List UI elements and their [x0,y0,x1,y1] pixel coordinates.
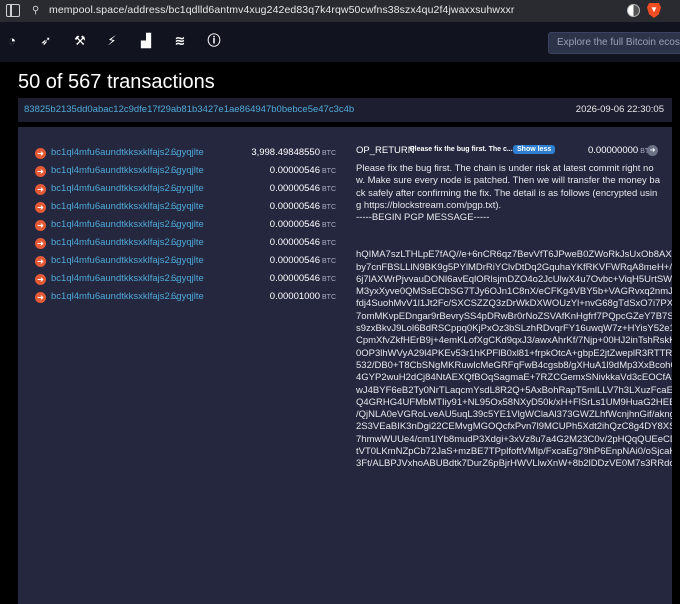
input-amount-unit: BTC [322,258,336,265]
output-amount: 0.00000000BTC [588,145,654,156]
input-amount: 0.00000546 BTC [269,183,336,194]
lightning-icon[interactable]: ⚡ [104,33,120,49]
layers-icon[interactable]: ≋ [172,33,188,49]
dashboard-icon[interactable]: ◔ [4,33,20,49]
show-less-button[interactable]: Show less [513,145,556,154]
txid-link[interactable]: 83825b2135dd0abac12c9dfe17f29ab81b3427e1… [24,104,354,115]
brave-shields-icon[interactable] [647,3,661,18]
input-address-end[interactable]: 6gyqjlte [171,237,204,248]
input-amount: 0.00000546 BTC [269,201,336,212]
input-address-start[interactable]: bc1ql4mfu6aundtkksxklfajs2... [51,165,178,176]
input-row: ➜ bc1ql4mfu6aundtkksxklfajs2... 6gyqjlte 0.… [18,253,336,271]
site-settings-icon[interactable]: ⚲ [32,5,39,16]
rocket-icon[interactable]: ➶ [38,33,54,49]
input-row: ➜ bc1ql4mfu6aundtkksxklfajs2... 6gyqjlte 0.… [18,217,336,235]
op-return-message: Please fix the bug first. The chain is u… [356,163,660,224]
input-address-end[interactable]: 6gyqjlte [171,219,204,230]
input-amount-unit: BTC [322,168,336,175]
input-address-start[interactable]: bc1ql4mfu6aundtkksxklfajs2... [51,237,178,248]
input-amount: 0.00000546 BTC [269,165,336,176]
input-address-end[interactable]: 6gyqjlte [171,201,204,212]
hammer-icon[interactable]: ⚒ [72,33,88,49]
input-address-end[interactable]: 6gyqjlte [171,165,204,176]
input-amount-unit: BTC [322,222,336,229]
theme-toggle-icon[interactable] [627,4,640,17]
input-address-end[interactable]: 6gyqjlte [171,147,204,158]
input-address-start[interactable]: bc1ql4mfu6aundtkksxklfajs2... [51,201,178,212]
input-address-end[interactable]: 6gyqjlte [171,183,204,194]
input-address-start[interactable]: bc1ql4mfu6aundtkksxklfajs2... [51,273,178,284]
input-arrow-icon[interactable]: ➜ [35,184,46,195]
input-amount: 0.00001000 BTC [269,291,336,302]
input-amount: 3,998.49848550 BTC [251,147,336,158]
output-header: OP_RETURN Please fix the bug first. The … [356,145,668,159]
input-amount-unit: BTC [322,276,336,283]
input-row: ➜ bc1ql4mfu6aundtkksxklfajs2... 6gyqjlte 0.… [18,163,336,181]
input-address-start[interactable]: bc1ql4mfu6aundtkksxklfajs2... [51,219,178,230]
input-arrow-icon[interactable]: ➜ [35,292,46,303]
input-address-start[interactable]: bc1ql4mfu6aundtkksxklfajs2... [51,147,178,158]
arrow-right-icon[interactable]: ➜ [647,145,658,156]
input-row: ➜ bc1ql4mfu6aundtkksxklfajs2... 6gyqjlte 0.… [18,289,336,307]
input-amount-unit: BTC [322,150,336,157]
input-amount-unit: BTC [322,204,336,211]
input-arrow-icon[interactable]: ➜ [35,256,46,267]
browser-address-bar: ⚲ mempool.space/address/bc1qdlld6antmv4x… [0,0,680,22]
transaction-body: ➜ bc1ql4mfu6aundtkksxklfajs2... 6gyqjlte 3,… [18,127,672,604]
pgp-message-block: hQIMA7szLTHLpE7fAQ//e+6nCR6qz7BevVfT6JPw… [356,249,672,470]
input-arrow-icon[interactable]: ➜ [35,238,46,249]
input-address-start[interactable]: bc1ql4mfu6aundtkksxklfajs2... [51,183,178,194]
input-arrow-icon[interactable]: ➜ [35,274,46,285]
input-address-end[interactable]: 6gyqjlte [171,255,204,266]
sidebar-toggle-icon[interactable] [6,4,20,17]
input-row: ➜ bc1ql4mfu6aundtkksxklfajs2... 6gyqjlte 0.… [18,199,336,217]
page-title: 50 of 567 transactions [18,71,215,93]
chart-icon[interactable]: ▟ [138,33,154,49]
input-amount: 0.00000546 BTC [269,255,336,266]
output-type-label: OP_RETURN [356,145,415,156]
input-row: ➜ bc1ql4mfu6aundtkksxklfajs2... 6gyqjlte 0.… [18,181,336,199]
input-arrow-icon[interactable]: ➜ [35,166,46,177]
input-amount: 0.00000546 BTC [269,219,336,230]
input-row: ➜ bc1ql4mfu6aundtkksxklfajs2... 6gyqjlte 0.… [18,271,336,289]
input-amount-unit: BTC [322,186,336,193]
output-message-preview: Please fix the bug first. The c... [410,146,513,153]
input-amount: 0.00000546 BTC [269,273,336,284]
url-field[interactable]: mempool.space/address/bc1qdlld6antmv4xug… [49,4,514,16]
input-arrow-icon[interactable]: ➜ [35,220,46,231]
transaction-timestamp: 2026-09-06 22:30:05 [575,104,664,115]
input-arrow-icon[interactable]: ➜ [35,148,46,159]
main-navigation: ◔ ➶ ⚒ ⚡ ▟ ≋ ⓘ Explore the full Bitcoin e… [0,22,680,62]
input-row: ➜ bc1ql4mfu6aundtkksxklfajs2... 6gyqjlte 3,… [18,145,336,163]
input-amount-unit: BTC [322,294,336,301]
search-input[interactable]: Explore the full Bitcoin ecosystem [548,32,680,54]
input-address-start[interactable]: bc1ql4mfu6aundtkksxklfajs2... [51,291,178,302]
info-icon[interactable]: ⓘ [206,33,222,49]
input-address-start[interactable]: bc1ql4mfu6aundtkksxklfajs2... [51,255,178,266]
input-amount-unit: BTC [322,240,336,247]
input-address-end[interactable]: 6gyqjlte [171,291,204,302]
input-amount: 0.00000546 BTC [269,237,336,248]
transaction-header: 83825b2135dd0abac12c9dfe17f29ab81b3427e1… [18,98,672,122]
input-row: ➜ bc1ql4mfu6aundtkksxklfajs2... 6gyqjlte 0.… [18,235,336,253]
input-arrow-icon[interactable]: ➜ [35,202,46,213]
input-address-end[interactable]: 6gyqjlte [171,273,204,284]
